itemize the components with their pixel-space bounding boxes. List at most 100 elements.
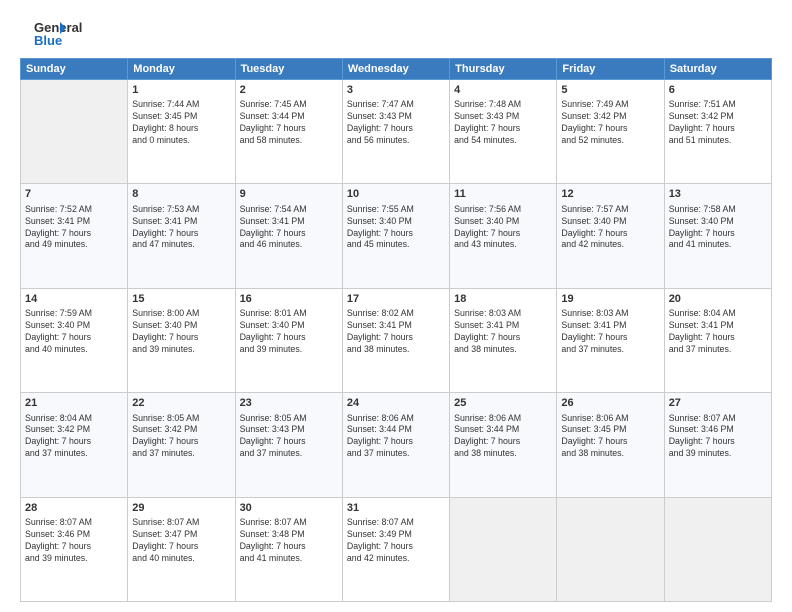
day-info: Sunrise: 7:52 AM Sunset: 3:41 PM Dayligh… xyxy=(25,204,123,252)
logo-icon: General Blue xyxy=(20,18,80,50)
day-number: 31 xyxy=(347,501,445,516)
calendar-cell: 10 Sunrise: 7:55 AM Sunset: 3:40 PM Dayli… xyxy=(342,184,449,288)
day-number: 10 xyxy=(347,187,445,202)
day-number: 24 xyxy=(347,396,445,411)
day-number: 23 xyxy=(240,396,338,411)
day-info: Sunrise: 7:54 AM Sunset: 3:41 PM Dayligh… xyxy=(240,204,338,252)
col-header-tuesday: Tuesday xyxy=(235,59,342,80)
day-info: Sunrise: 7:48 AM Sunset: 3:43 PM Dayligh… xyxy=(454,99,552,147)
day-info: Sunrise: 7:58 AM Sunset: 3:40 PM Dayligh… xyxy=(669,204,767,252)
calendar-cell: 30Sunrise: 8:07 AM Sunset: 3:48 PM Dayli… xyxy=(235,497,342,601)
calendar-cell: 5Sunrise: 7:49 AM Sunset: 3:42 PM Daylig… xyxy=(557,80,664,184)
day-info: Sunrise: 8:06 AM Sunset: 3:45 PM Dayligh… xyxy=(561,413,659,461)
day-info: Sunrise: 7:51 AM Sunset: 3:42 PM Dayligh… xyxy=(669,99,767,147)
col-header-thursday: Thursday xyxy=(450,59,557,80)
col-header-sunday: Sunday xyxy=(21,59,128,80)
day-info: Sunrise: 8:07 AM Sunset: 3:49 PM Dayligh… xyxy=(347,517,445,565)
calendar-cell: 23Sunrise: 8:05 AM Sunset: 3:43 PM Dayli… xyxy=(235,393,342,497)
calendar-cell: 14Sunrise: 7:59 AM Sunset: 3:40 PM Dayli… xyxy=(21,288,128,392)
day-number: 28 xyxy=(25,501,123,516)
day-number: 17 xyxy=(347,292,445,307)
day-info: Sunrise: 8:07 AM Sunset: 3:46 PM Dayligh… xyxy=(25,517,123,565)
day-number: 14 xyxy=(25,292,123,307)
calendar-cell xyxy=(450,497,557,601)
day-info: Sunrise: 7:55 AM Sunset: 3:40 PM Dayligh… xyxy=(347,204,445,252)
calendar-cell xyxy=(21,80,128,184)
day-number: 8 xyxy=(132,187,230,202)
calendar-table: SundayMondayTuesdayWednesdayThursdayFrid… xyxy=(20,58,772,602)
day-number: 7 xyxy=(25,187,123,202)
calendar-cell: 31Sunrise: 8:07 AM Sunset: 3:49 PM Dayli… xyxy=(342,497,449,601)
calendar-cell: 27 Sunrise: 8:07 AM Sunset: 3:46 PM Dayli… xyxy=(664,393,771,497)
day-number: 16 xyxy=(240,292,338,307)
calendar-week-row: 14Sunrise: 7:59 AM Sunset: 3:40 PM Dayli… xyxy=(21,288,772,392)
calendar-cell: 13 Sunrise: 7:58 AM Sunset: 3:40 PM Dayli… xyxy=(664,184,771,288)
calendar-header-row: SundayMondayTuesdayWednesdayThursdayFrid… xyxy=(21,59,772,80)
day-number: 3 xyxy=(347,83,445,98)
day-info: Sunrise: 7:47 AM Sunset: 3:43 PM Dayligh… xyxy=(347,99,445,147)
calendar-cell: 2Sunrise: 7:45 AM Sunset: 3:44 PM Daylig… xyxy=(235,80,342,184)
col-header-saturday: Saturday xyxy=(664,59,771,80)
day-info: Sunrise: 8:03 AM Sunset: 3:41 PM Dayligh… xyxy=(561,308,659,356)
day-info: Sunrise: 7:44 AM Sunset: 3:45 PM Dayligh… xyxy=(132,99,230,147)
day-info: Sunrise: 7:56 AM Sunset: 3:40 PM Dayligh… xyxy=(454,204,552,252)
day-info: Sunrise: 8:07 AM Sunset: 3:48 PM Dayligh… xyxy=(240,517,338,565)
day-number: 19 xyxy=(561,292,659,307)
day-info: Sunrise: 8:03 AM Sunset: 3:41 PM Dayligh… xyxy=(454,308,552,356)
calendar-cell: 3Sunrise: 7:47 AM Sunset: 3:43 PM Daylig… xyxy=(342,80,449,184)
calendar-cell: 15Sunrise: 8:00 AM Sunset: 3:40 PM Dayli… xyxy=(128,288,235,392)
calendar-cell: 12Sunrise: 7:57 AM Sunset: 3:40 PM Dayli… xyxy=(557,184,664,288)
calendar-cell: 19Sunrise: 8:03 AM Sunset: 3:41 PM Dayli… xyxy=(557,288,664,392)
calendar-cell: 26Sunrise: 8:06 AM Sunset: 3:45 PM Dayli… xyxy=(557,393,664,497)
col-header-wednesday: Wednesday xyxy=(342,59,449,80)
day-number: 27 xyxy=(669,396,767,411)
day-number: 30 xyxy=(240,501,338,516)
day-info: Sunrise: 8:06 AM Sunset: 3:44 PM Dayligh… xyxy=(347,413,445,461)
day-number: 5 xyxy=(561,83,659,98)
day-number: 18 xyxy=(454,292,552,307)
day-number: 1 xyxy=(132,83,230,98)
header: General Blue xyxy=(20,18,772,50)
calendar-cell: 7 Sunrise: 7:52 AM Sunset: 3:41 PM Daylig… xyxy=(21,184,128,288)
calendar-week-row: 7 Sunrise: 7:52 AM Sunset: 3:41 PM Daylig… xyxy=(21,184,772,288)
calendar-cell: 29Sunrise: 8:07 AM Sunset: 3:47 PM Dayli… xyxy=(128,497,235,601)
day-number: 6 xyxy=(669,83,767,98)
day-info: Sunrise: 8:00 AM Sunset: 3:40 PM Dayligh… xyxy=(132,308,230,356)
day-info: Sunrise: 8:04 AM Sunset: 3:42 PM Dayligh… xyxy=(25,413,123,461)
calendar-cell: 25 Sunrise: 8:06 AM Sunset: 3:44 PM Dayli… xyxy=(450,393,557,497)
day-number: 11 xyxy=(454,187,552,202)
day-number: 13 xyxy=(669,187,767,202)
svg-text:Blue: Blue xyxy=(34,33,62,48)
calendar-cell: 20Sunrise: 8:04 AM Sunset: 3:41 PM Dayli… xyxy=(664,288,771,392)
day-number: 29 xyxy=(132,501,230,516)
day-info: Sunrise: 8:06 AM Sunset: 3:44 PM Dayligh… xyxy=(454,413,552,461)
day-info: Sunrise: 7:57 AM Sunset: 3:40 PM Dayligh… xyxy=(561,204,659,252)
calendar-cell: 24 Sunrise: 8:06 AM Sunset: 3:44 PM Dayli… xyxy=(342,393,449,497)
day-info: Sunrise: 8:04 AM Sunset: 3:41 PM Dayligh… xyxy=(669,308,767,356)
day-number: 25 xyxy=(454,396,552,411)
day-number: 20 xyxy=(669,292,767,307)
day-number: 2 xyxy=(240,83,338,98)
day-info: Sunrise: 8:07 AM Sunset: 3:47 PM Dayligh… xyxy=(132,517,230,565)
calendar-cell: 22 Sunrise: 8:05 AM Sunset: 3:42 PM Dayli… xyxy=(128,393,235,497)
calendar-cell xyxy=(557,497,664,601)
col-header-friday: Friday xyxy=(557,59,664,80)
day-info: Sunrise: 8:01 AM Sunset: 3:40 PM Dayligh… xyxy=(240,308,338,356)
calendar-cell: 8 Sunrise: 7:53 AM Sunset: 3:41 PM Daylig… xyxy=(128,184,235,288)
day-number: 22 xyxy=(132,396,230,411)
day-info: Sunrise: 8:02 AM Sunset: 3:41 PM Dayligh… xyxy=(347,308,445,356)
day-info: Sunrise: 8:07 AM Sunset: 3:46 PM Dayligh… xyxy=(669,413,767,461)
calendar-cell: 1Sunrise: 7:44 AM Sunset: 3:45 PM Daylig… xyxy=(128,80,235,184)
day-number: 9 xyxy=(240,187,338,202)
calendar-cell: 4Sunrise: 7:48 AM Sunset: 3:43 PM Daylig… xyxy=(450,80,557,184)
day-info: Sunrise: 7:59 AM Sunset: 3:40 PM Dayligh… xyxy=(25,308,123,356)
day-number: 15 xyxy=(132,292,230,307)
calendar-week-row: 1Sunrise: 7:44 AM Sunset: 3:45 PM Daylig… xyxy=(21,80,772,184)
day-info: Sunrise: 7:53 AM Sunset: 3:41 PM Dayligh… xyxy=(132,204,230,252)
calendar-cell: 18Sunrise: 8:03 AM Sunset: 3:41 PM Dayli… xyxy=(450,288,557,392)
calendar-cell: 11 Sunrise: 7:56 AM Sunset: 3:40 PM Dayli… xyxy=(450,184,557,288)
logo: General Blue xyxy=(20,18,80,50)
day-info: Sunrise: 8:05 AM Sunset: 3:42 PM Dayligh… xyxy=(132,413,230,461)
col-header-monday: Monday xyxy=(128,59,235,80)
calendar-cell: 9 Sunrise: 7:54 AM Sunset: 3:41 PM Daylig… xyxy=(235,184,342,288)
